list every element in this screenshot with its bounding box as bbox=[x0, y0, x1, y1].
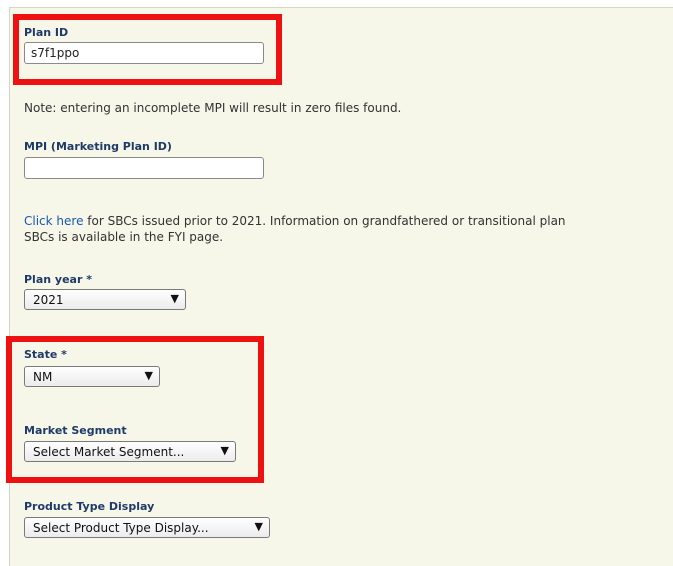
plan-id-highlight-box bbox=[13, 14, 282, 85]
sbc-info-line1: for SBCs issued prior to 2021. Informati… bbox=[83, 214, 566, 228]
chevron-down-icon: ▼ bbox=[170, 292, 179, 305]
mpi-note: Note: entering an incomplete MPI will re… bbox=[24, 101, 402, 115]
click-here-link[interactable]: Click here bbox=[24, 214, 83, 228]
sbc-info-text: Click here for SBCs issued prior to 2021… bbox=[24, 213, 664, 245]
plan-year-label: Plan year * bbox=[24, 273, 92, 286]
plan-year-select[interactable]: 2021 ▼ bbox=[24, 289, 186, 310]
product-type-select[interactable]: Select Product Type Display... ▼ bbox=[24, 517, 270, 538]
chevron-down-icon: ▼ bbox=[254, 520, 263, 533]
state-segment-highlight-box bbox=[6, 336, 264, 483]
mpi-label: MPI (Marketing Plan ID) bbox=[24, 140, 172, 153]
product-type-value: Select Product Type Display... bbox=[33, 520, 209, 535]
sbc-info-line2: SBCs is available in the FYI page. bbox=[24, 230, 224, 244]
product-type-label: Product Type Display bbox=[24, 500, 155, 513]
mpi-input[interactable] bbox=[24, 157, 264, 179]
plan-year-value: 2021 bbox=[33, 292, 64, 307]
